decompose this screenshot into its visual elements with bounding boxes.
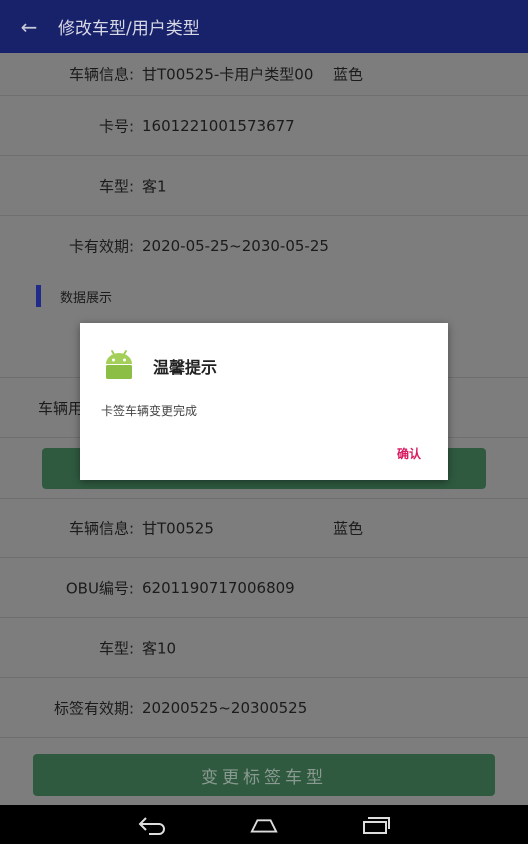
- nav-recents-button[interactable]: [361, 810, 391, 840]
- card-type-value: 客1: [142, 177, 167, 195]
- back-button[interactable]: ←: [0, 0, 58, 53]
- card-type-label: 车型:: [98, 177, 134, 195]
- section-header: 数据展示: [0, 275, 528, 315]
- dialog-confirm-button[interactable]: 确认: [397, 445, 421, 462]
- change-tag-type-button[interactable]: 变更标签车型: [33, 754, 495, 796]
- nav-home-icon: [250, 818, 278, 832]
- nav-home-button[interactable]: [249, 810, 279, 840]
- section-bar: [36, 285, 41, 307]
- obu-number-row: OBU编号: 6201190717006809: [0, 558, 528, 618]
- dialog-message: 卡签车辆变更完成: [101, 404, 198, 418]
- card-validity-label: 卡有效期:: [68, 237, 134, 256]
- card-number-label: 卡号:: [98, 117, 134, 135]
- nav-back-button[interactable]: [137, 810, 167, 840]
- app-bar: ← 修改车型/用户类型: [0, 0, 528, 53]
- obu-vehicle-row: 车辆信息: 甘T00525 蓝色: [0, 498, 528, 558]
- obu-vehicle-value: 甘T00525: [142, 519, 214, 538]
- obu-validity-row: 标签有效期: 20200525~20300525: [0, 678, 528, 738]
- card-type-row: 车型: 客1: [0, 156, 528, 216]
- section-title: 数据展示: [60, 291, 113, 306]
- dialog-title: 温馨提示: [153, 358, 218, 377]
- obu-validity-value: 20200525~20300525: [142, 698, 308, 717]
- obu-validity-label: 标签有效期:: [53, 699, 134, 717]
- obu-number-label: OBU编号:: [65, 579, 134, 597]
- card-validity-value: 2020-05-25~2030-05-25: [142, 237, 329, 255]
- android-icon: [106, 350, 132, 379]
- card-vehicle-row: 车辆信息: 甘T00525-卡用户类型00 蓝色: [0, 53, 528, 96]
- obu-number-value: 6201190717006809: [142, 578, 295, 597]
- nav-back-icon: [138, 816, 165, 835]
- partial-row-label: 车辆用: [38, 399, 84, 417]
- card-vehicle-value: 甘T00525-卡用户类型00: [142, 65, 314, 84]
- obu-vehicle-label: 车辆信息:: [68, 519, 134, 538]
- alert-dialog: 温馨提示 卡签车辆变更完成 确认: [80, 323, 448, 480]
- card-validity-row: 卡有效期: 2020-05-25~2030-05-25: [0, 216, 528, 276]
- arrow-left-icon: ←: [20, 14, 38, 39]
- change-tag-type-label: 变更标签车型: [201, 767, 327, 788]
- card-vehicle-color: 蓝色: [333, 65, 364, 84]
- card-vehicle-label: 车辆信息:: [68, 65, 134, 84]
- obu-vehicle-color: 蓝色: [333, 519, 364, 538]
- card-number-row: 卡号: 1601221001573677: [0, 96, 528, 156]
- system-nav-bar: [0, 805, 528, 844]
- card-number-value: 1601221001573677: [142, 116, 295, 135]
- page-title: 修改车型/用户类型: [58, 19, 200, 39]
- nav-recents-icon: [363, 816, 390, 834]
- obu-type-value: 客10: [142, 639, 177, 657]
- obu-type-row: 车型: 客10: [0, 618, 528, 678]
- obu-type-label: 车型:: [98, 639, 134, 657]
